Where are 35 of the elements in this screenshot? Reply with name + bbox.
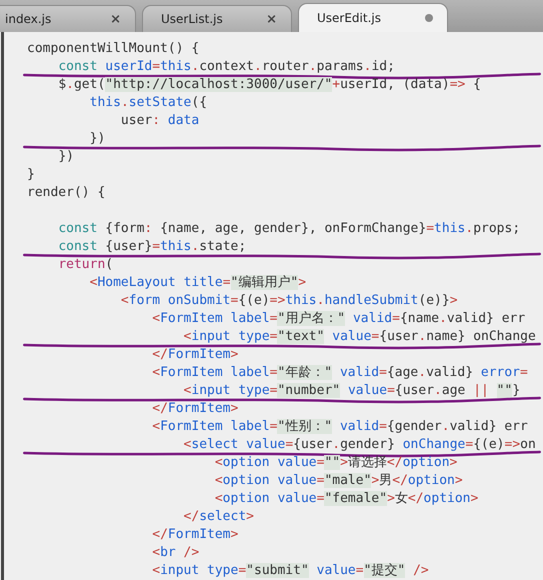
code-line: <select value={user.gender} onChange={(e)=>on — [184, 436, 536, 454]
code-line: this.setState({ — [90, 94, 208, 112]
code-line: return( — [58, 256, 114, 274]
code-line: }) — [90, 130, 106, 148]
code-line: const {user}=this.state; — [58, 238, 246, 256]
code-line: <option value="female">女</option> — [214, 490, 478, 508]
code-line: <input type="text" value={user.name} onChange — [184, 328, 536, 346]
code-line: </FormItem> — [152, 400, 238, 418]
unsaved-dot-icon[interactable] — [425, 14, 433, 22]
code-line: </FormItem> — [152, 346, 238, 364]
code-line: <HomeLayout title="编辑用户"> — [90, 274, 306, 292]
code-line: <FormItem label="性别：" valid={gender.valid} err — [152, 418, 528, 436]
code-line: <FormItem label="用户名：" valid={name.valid} err — [152, 310, 526, 328]
code-line: </FormItem> — [152, 526, 238, 544]
code-line: <option value="">请选择</option> — [214, 454, 458, 472]
code-line: render() { — [27, 184, 106, 202]
code-line: </select> — [184, 508, 254, 526]
code-line: <input type="number" value={user.age || ""} — [184, 382, 520, 400]
code-line: componentWillMount() { — [27, 40, 200, 58]
code-line: <form onSubmit={(e)=>this.handleSubmit(e)}> — [120, 292, 458, 310]
close-icon[interactable]: × — [110, 12, 121, 26]
code-line: <FormItem label="年龄：" valid={age.valid} error= — [152, 364, 528, 382]
code-line: <input type="submit" value="提交" /> — [152, 562, 429, 580]
code-line: const userId=this.context.router.params.id; — [58, 58, 395, 76]
code-line: <option value="male">男</option> — [214, 472, 463, 490]
file-tab[interactable]: index.js × — [0, 5, 136, 32]
file-tab[interactable]: UserList.js × — [142, 5, 292, 32]
code-line: } — [27, 166, 35, 184]
code-line: }) — [58, 148, 74, 166]
code-line: <br /> — [152, 544, 200, 562]
file-tab[interactable]: UserEdit.js — [298, 3, 448, 32]
code-line: user: data — [120, 112, 200, 130]
code-line: const {form: {name, age, gender}, onFormChange}=this.props; — [58, 220, 520, 238]
code-line: $.get("http://localhost:3000/user/"+userId, (data)=> { — [58, 76, 481, 94]
close-icon[interactable]: × — [266, 12, 277, 26]
